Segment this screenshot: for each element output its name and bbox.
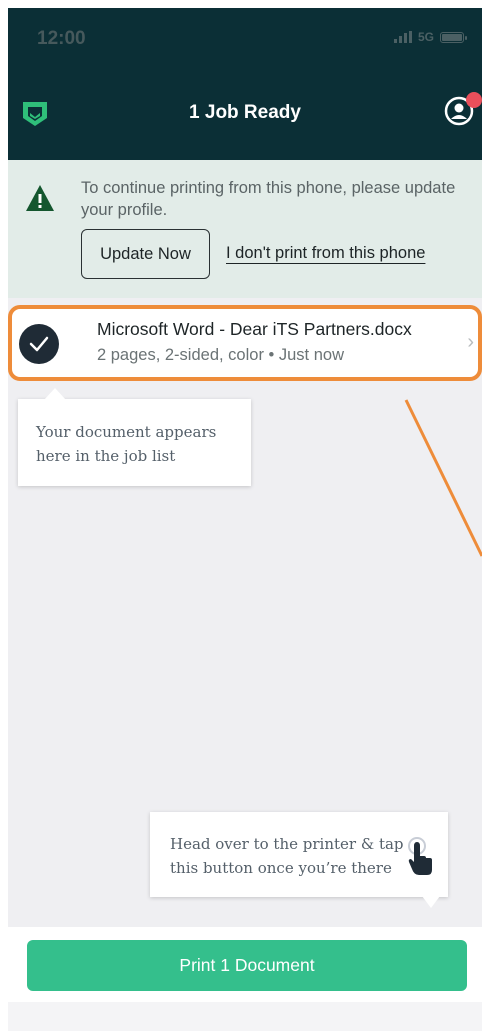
status-time: 12:00 (37, 28, 86, 49)
status-indicators: 5G (393, 30, 467, 44)
update-profile-banner: To continue printing from this phone, pl… (8, 160, 482, 298)
app-screen: 12:00 5G 1 Job Ready To continue printin… (8, 8, 482, 1031)
banner-message: To continue printing from this phone, pl… (81, 179, 456, 219)
update-now-button[interactable]: Update Now (81, 229, 210, 279)
job-details: 2 pages, 2-sided, color • Just now (97, 346, 344, 364)
tap-hand-icon (408, 837, 432, 875)
warning-icon (26, 185, 54, 211)
header: 12:00 5G 1 Job Ready (8, 8, 482, 160)
print-document-button[interactable]: Print 1 Document (27, 940, 467, 991)
check-icon (19, 324, 59, 364)
job-title: Microsoft Word - Dear iTS Partners.docx (97, 319, 412, 339)
notification-badge (466, 92, 482, 108)
job-list-tooltip: Your document appears here in the job li… (18, 388, 251, 486)
battery-icon (440, 31, 467, 43)
signal-icon (393, 31, 412, 43)
bottom-bar (8, 1002, 482, 1031)
printer-tooltip: Head over to the printer & tap this butt… (150, 812, 448, 908)
no-print-link[interactable]: I don't print from this phone (226, 244, 425, 263)
job-list-item[interactable]: Microsoft Word - Dear iTS Partners.docx … (8, 305, 482, 381)
network-type: 5G (417, 30, 434, 44)
bottom-action-area: Print 1 Document (8, 927, 482, 1031)
page-title: 1 Job Ready (189, 102, 301, 123)
job-list-tooltip-text: Your document appears here in the job li… (36, 423, 217, 465)
chevron-right-icon: › (467, 331, 474, 353)
